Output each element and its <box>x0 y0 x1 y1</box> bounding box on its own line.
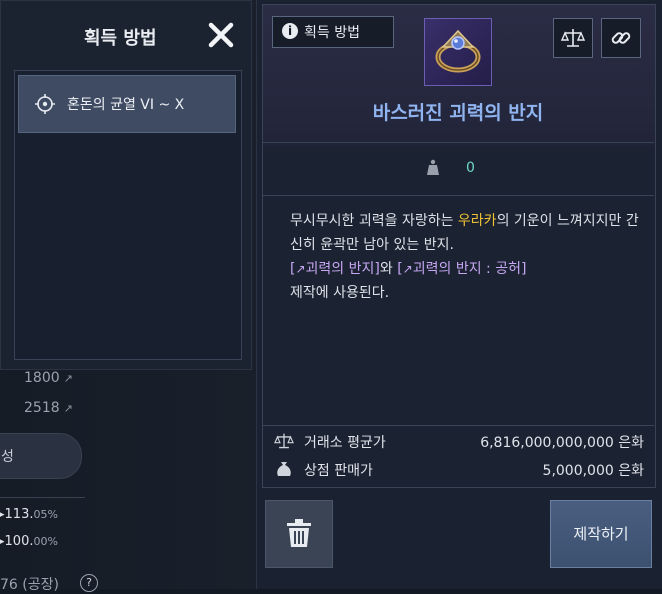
trash-icon <box>287 519 311 547</box>
item-description: 무시무시한 괴력을 자랑하는 우라카의 기운이 느껴지지만 간신히 윤곽만 남아… <box>290 213 639 301</box>
shop-price-label: 상점 판매가 <box>304 463 373 479</box>
shop-price-value: 5,000,000 은화 <box>542 463 644 479</box>
background-stat-1: ▸113.05% <box>0 507 58 522</box>
background-value-2: 2518 ↗ <box>24 400 73 416</box>
market-price-value: 6,816,000,000,000 은화 <box>480 435 644 451</box>
item-image <box>424 18 492 86</box>
craft-button-label: 제작하기 <box>573 525 629 543</box>
compare-button[interactable] <box>553 18 593 58</box>
info-icon: i <box>282 23 298 39</box>
market-price-row: 거래소 평균가 6,816,000,000,000 은화 <box>274 429 644 453</box>
item-name: 바스러진 괴력의 반지 <box>372 102 544 124</box>
acquisition-item[interactable]: 혼돈의 균열 VI ~ X <box>18 75 236 133</box>
divider <box>262 142 654 143</box>
shop-price-row: 상점 판매가 5,000,000 은화 <box>274 457 644 481</box>
link-button[interactable] <box>601 18 641 58</box>
acquisition-panel-title: 획득 방법 <box>84 28 157 49</box>
acquisition-method-button[interactable]: i 획득 방법 <box>272 16 394 48</box>
background-footer-text: 76 (공장) <box>0 577 59 593</box>
compass-icon <box>35 94 55 114</box>
acquisition-method-label: 획득 방법 <box>304 25 360 41</box>
external-link-icon: ↗ <box>295 262 306 276</box>
close-button[interactable] <box>206 20 236 50</box>
scale-icon <box>561 29 585 47</box>
background-button[interactable]: 성 <box>0 433 82 479</box>
background-value-1: 1800 ↗ <box>24 370 73 386</box>
highlighted-name: 우라카 <box>457 213 497 229</box>
external-link-icon[interactable]: ↗ <box>64 372 73 385</box>
close-icon <box>208 22 234 48</box>
external-link-icon: ↗ <box>402 262 413 276</box>
external-link-icon[interactable]: ↗ <box>64 402 73 415</box>
acquisition-item-label: 혼돈의 균열 VI ~ X <box>67 97 185 113</box>
divider <box>262 425 654 426</box>
delete-button[interactable] <box>265 500 333 568</box>
help-icon[interactable]: ? <box>80 574 98 592</box>
coin-bag-icon <box>277 462 291 476</box>
divider <box>262 195 654 196</box>
weight-icon <box>427 159 439 175</box>
scale-icon <box>274 433 294 449</box>
market-price-label: 거래소 평균가 <box>304 435 386 451</box>
item-link-ring-of-strength-void[interactable]: [↗괴력의 반지 : 공허] <box>397 261 526 277</box>
ring-icon <box>435 29 481 73</box>
item-link-ring-of-strength[interactable]: [↗괴력의 반지] <box>290 261 380 277</box>
craft-button[interactable]: 제작하기 <box>550 500 652 568</box>
link-icon <box>611 32 631 44</box>
background-stat-2: ▸100.00% <box>0 534 58 549</box>
background-divider <box>0 497 85 498</box>
item-weight-value: 0 <box>466 160 475 176</box>
